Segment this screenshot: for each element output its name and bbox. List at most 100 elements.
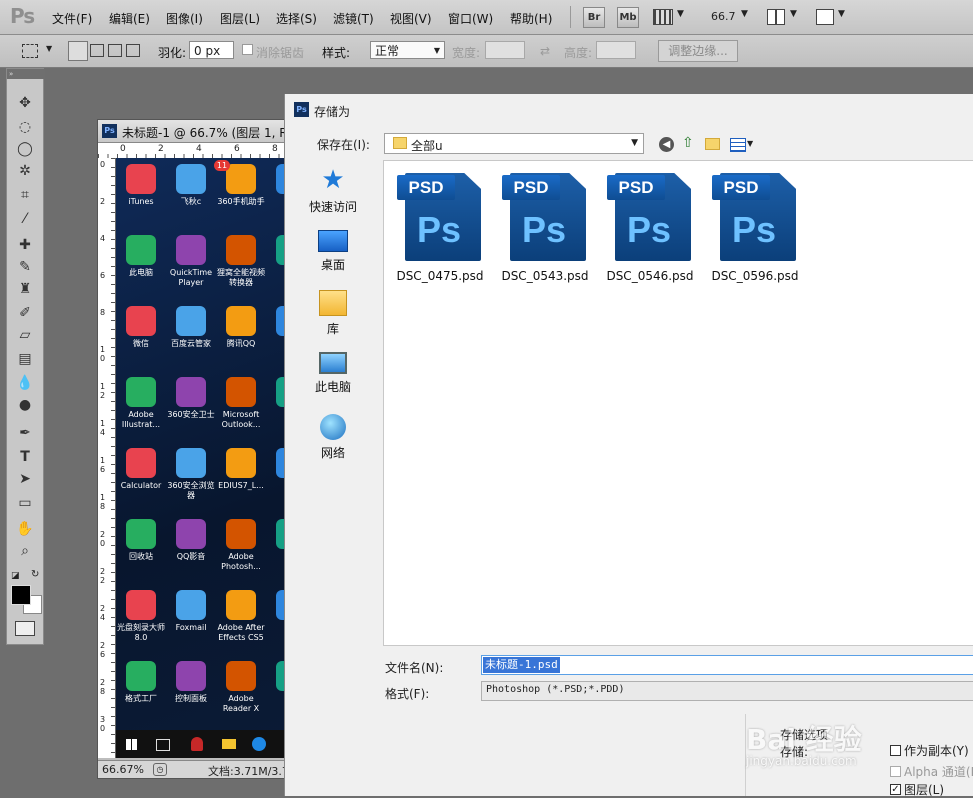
zoom-percentage[interactable]: 66.67% bbox=[102, 763, 144, 776]
swap-colors-icon[interactable]: ↻ bbox=[31, 569, 39, 580]
brush-tool-icon[interactable]: ✎ bbox=[13, 257, 37, 277]
eyedropper-tool-icon[interactable]: ⁄ bbox=[13, 209, 37, 229]
document-tab[interactable]: Ps 未标题-1 @ 66.7% (图层 1, R bbox=[98, 120, 298, 143]
menu-select[interactable]: 选择(S) bbox=[276, 10, 317, 27]
file-name: DSC_0475.psd bbox=[396, 269, 484, 283]
arrange-documents-icon[interactable] bbox=[767, 9, 785, 25]
ruler-label: 6 bbox=[234, 144, 240, 154]
photoshop-dialog-icon: Ps bbox=[294, 102, 309, 117]
file-item[interactable]: PSD Ps DSC_0546.psd bbox=[600, 171, 700, 283]
quick-selection-tool-icon[interactable]: ✲ bbox=[13, 161, 37, 181]
view-menu-icon[interactable] bbox=[730, 138, 746, 152]
alpha-channels-label: Alpha 通道(E bbox=[904, 765, 973, 779]
chevron-down-icon[interactable]: ▼ bbox=[838, 9, 845, 19]
panel-collapse-icon[interactable]: » bbox=[7, 69, 45, 79]
eraser-tool-icon[interactable]: ▱ bbox=[13, 325, 37, 345]
intersect-selection-icon[interactable] bbox=[126, 44, 140, 57]
ruler-label: 2 bbox=[158, 144, 164, 154]
ps-glyph: Ps bbox=[522, 209, 567, 250]
refine-edge-button[interactable]: 调整边缘... bbox=[658, 40, 738, 62]
foreground-color-swatch[interactable] bbox=[11, 585, 31, 605]
chevron-down-icon[interactable]: ▼ bbox=[747, 139, 753, 148]
library-folder-icon bbox=[319, 290, 347, 316]
photoshop-doc-icon: Ps bbox=[102, 124, 117, 138]
file-item[interactable]: PSD Ps DSC_0543.psd bbox=[495, 171, 595, 283]
path-selection-tool-icon[interactable]: ➤ bbox=[13, 469, 37, 489]
taskbar-app-icon bbox=[191, 737, 203, 751]
default-colors-icon[interactable]: ◪ bbox=[11, 571, 20, 581]
up-folder-icon[interactable]: ⇧ bbox=[682, 135, 694, 151]
new-selection-icon[interactable] bbox=[68, 41, 88, 61]
menu-layer[interactable]: 图层(L) bbox=[220, 10, 260, 27]
width-input[interactable] bbox=[485, 41, 525, 59]
shape-tool-icon[interactable]: ▭ bbox=[13, 493, 37, 513]
menu-file[interactable]: 文件(F) bbox=[52, 10, 92, 27]
nav-libraries[interactable]: 库 bbox=[285, 290, 381, 337]
gradient-tool-icon[interactable]: ▤ bbox=[13, 349, 37, 369]
zoom-level[interactable]: 66.7 bbox=[711, 10, 736, 23]
menu-edit[interactable]: 编辑(E) bbox=[109, 10, 150, 27]
star-icon: ★ bbox=[321, 165, 345, 195]
app-icon bbox=[126, 661, 156, 691]
save-in-dropdown[interactable]: 全部u ▼ bbox=[384, 133, 644, 154]
app-icon bbox=[176, 377, 206, 407]
file-name: DSC_0546.psd bbox=[606, 269, 694, 283]
menu-help[interactable]: 帮助(H) bbox=[510, 10, 552, 27]
file-item[interactable]: PSD Ps DSC_0596.psd bbox=[705, 171, 805, 283]
type-tool-icon[interactable]: T bbox=[13, 447, 37, 467]
app-icon bbox=[226, 235, 256, 265]
pen-tool-icon[interactable]: ✒ bbox=[13, 423, 37, 443]
lasso-tool-icon[interactable]: ◯ bbox=[13, 139, 37, 159]
nav-network[interactable]: 网络 bbox=[285, 414, 381, 461]
clone-stamp-tool-icon[interactable]: ♜ bbox=[13, 279, 37, 299]
healing-brush-tool-icon[interactable]: ✚ bbox=[13, 235, 37, 255]
style-select-value: 正常 bbox=[375, 44, 400, 58]
nav-desktop[interactable]: 桌面 bbox=[285, 230, 381, 273]
desktop-shortcut: 360安全浏览器 bbox=[165, 448, 217, 501]
dodge-tool-icon[interactable]: ● bbox=[13, 395, 37, 415]
menu-image[interactable]: 图像(I) bbox=[166, 10, 203, 27]
back-arrow-icon[interactable]: ◀ bbox=[659, 137, 674, 152]
nav-quick-access[interactable]: ★ 快速访问 bbox=[285, 166, 381, 215]
hand-tool-icon[interactable]: ✋ bbox=[13, 519, 37, 539]
feather-input[interactable]: 0 px bbox=[189, 41, 234, 59]
quick-mask-icon[interactable] bbox=[15, 621, 35, 636]
zoom-tool-icon[interactable]: ⌕ bbox=[13, 541, 37, 561]
new-folder-icon[interactable] bbox=[705, 138, 720, 150]
history-brush-tool-icon[interactable]: ✐ bbox=[13, 303, 37, 323]
chevron-down-icon[interactable]: ▼ bbox=[46, 44, 52, 53]
marquee-tool-icon[interactable] bbox=[22, 44, 38, 58]
screen-mode-icon[interactable] bbox=[816, 9, 834, 25]
swap-icon[interactable]: ⇄ bbox=[540, 44, 550, 58]
crop-tool-icon[interactable]: ⌗ bbox=[13, 185, 37, 205]
menu-filter[interactable]: 滤镜(T) bbox=[333, 10, 374, 27]
desktop-shortcut-label: Calculator bbox=[120, 481, 162, 490]
marquee-tool-icon[interactable]: ◌ bbox=[13, 117, 37, 137]
document-window: Ps 未标题-1 @ 66.7% (图层 1, R 0 2 4 6 8 0 2 4 6… bbox=[97, 119, 299, 779]
status-info-icon[interactable]: ◷ bbox=[153, 763, 167, 776]
subtract-selection-icon[interactable] bbox=[108, 44, 122, 57]
mini-bridge-button[interactable]: Mb bbox=[617, 7, 639, 28]
chevron-down-icon[interactable]: ▼ bbox=[741, 9, 748, 19]
places-bar: ★ 快速访问 桌面 库 此电脑 网络 bbox=[285, 160, 381, 720]
bridge-button[interactable]: Br bbox=[583, 7, 605, 28]
antialias-checkbox[interactable] bbox=[242, 44, 253, 55]
view-extras-icon[interactable] bbox=[653, 9, 673, 25]
style-select[interactable]: 正常 ▼ bbox=[370, 41, 445, 59]
file-name: DSC_0596.psd bbox=[711, 269, 799, 283]
chevron-down-icon[interactable]: ▼ bbox=[677, 9, 684, 19]
menu-window[interactable]: 窗口(W) bbox=[448, 10, 493, 27]
file-item[interactable]: PSD Ps DSC_0475.psd bbox=[390, 171, 490, 283]
menu-view[interactable]: 视图(V) bbox=[390, 10, 432, 27]
blur-tool-icon[interactable]: 💧 bbox=[13, 373, 37, 393]
chevron-down-icon[interactable]: ▼ bbox=[790, 9, 797, 19]
height-input[interactable] bbox=[596, 41, 636, 59]
add-selection-icon[interactable] bbox=[90, 44, 104, 57]
move-tool-icon[interactable]: ✥ bbox=[13, 93, 37, 113]
nav-this-pc[interactable]: 此电脑 bbox=[285, 352, 381, 395]
app-icon bbox=[126, 448, 156, 478]
layers-checkbox[interactable]: ✓ bbox=[890, 784, 901, 795]
filename-input[interactable]: 未标题-1.psd bbox=[481, 655, 973, 675]
format-select[interactable]: Photoshop (*.PSD;*.PDD) bbox=[481, 681, 973, 701]
app-icon bbox=[226, 377, 256, 407]
